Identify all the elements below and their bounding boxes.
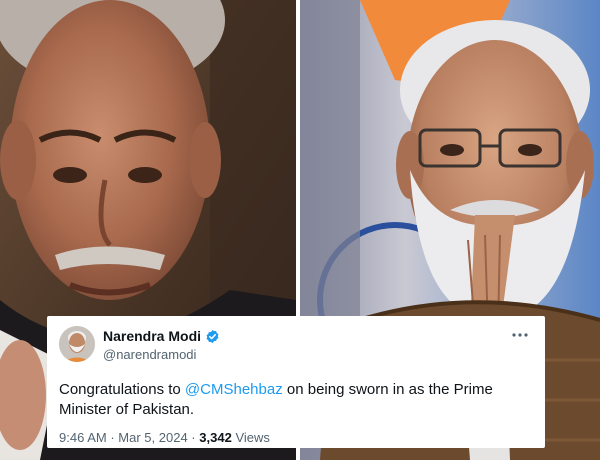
news-image: Narendra Modi @narendramodi Congratulati… <box>0 0 600 460</box>
author-name-row: Narendra Modi <box>103 327 220 345</box>
meta-separator: · <box>110 430 115 445</box>
verified-badge-icon <box>205 329 220 344</box>
tweet-meta: 9:46 AM · Mar 5, 2024 · 3,342 Views <box>59 430 531 445</box>
tweet-header: Narendra Modi @narendramodi <box>59 326 531 366</box>
author-handle[interactable]: @narendramodi <box>103 347 220 362</box>
mention-link[interactable]: @CMShehbaz <box>185 381 283 398</box>
tweet-date[interactable]: Mar 5, 2024 <box>118 430 187 445</box>
avatar[interactable] <box>59 326 95 362</box>
meta-separator-2: · <box>191 430 196 445</box>
tweet-card[interactable]: Narendra Modi @narendramodi Congratulati… <box>47 316 545 448</box>
tweet-time[interactable]: 9:46 AM <box>59 430 107 445</box>
more-options-icon[interactable] <box>509 328 531 342</box>
tweet-text-before: Congratulations to <box>59 381 185 398</box>
views-count[interactable]: 3,342 <box>199 430 232 445</box>
views-label: Views <box>235 430 270 445</box>
author-name[interactable]: Narendra Modi <box>103 328 201 344</box>
author-block: Narendra Modi @narendramodi <box>103 327 220 362</box>
tweet-text: Congratulations to @CMShehbaz on being s… <box>59 380 529 420</box>
